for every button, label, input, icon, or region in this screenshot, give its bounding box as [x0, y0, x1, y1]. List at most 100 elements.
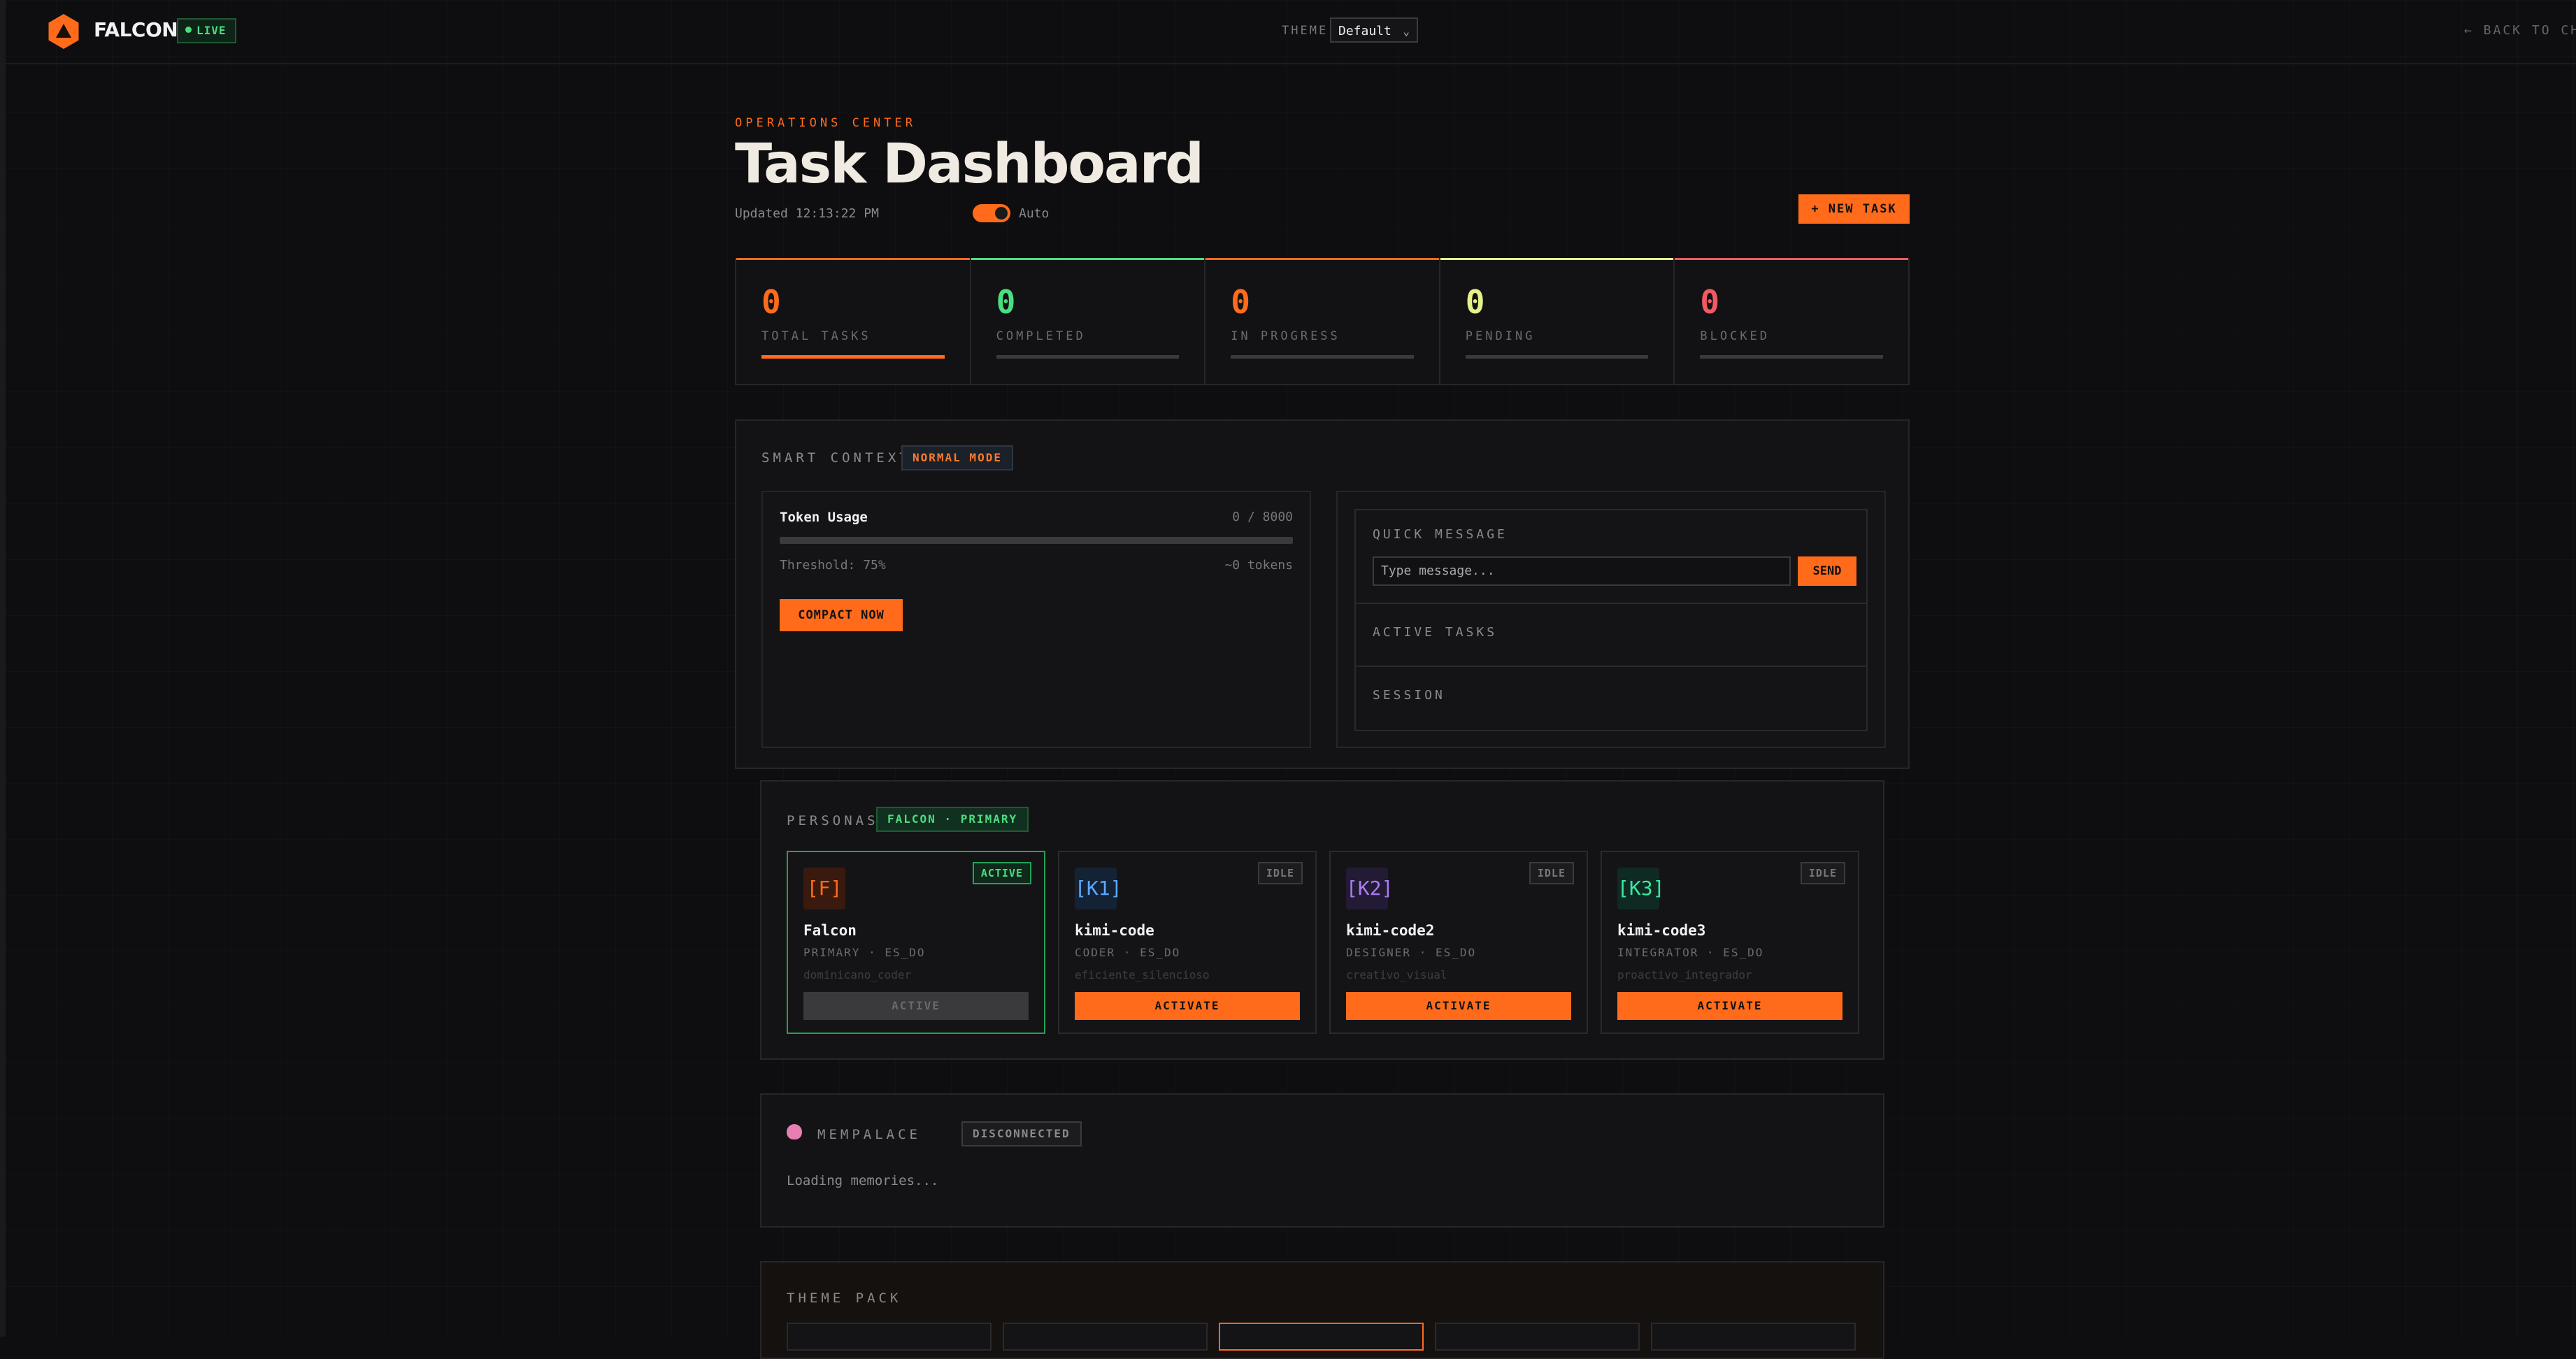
stat-bar [1231, 355, 1414, 359]
stat-value: 0 [1700, 283, 1720, 321]
stat-value: 0 [761, 283, 781, 321]
primary-persona-badge: FALCON · PRIMARY [876, 807, 1029, 832]
window-edge [0, 0, 6, 1337]
persona-card-kimi-code[interactable]: [K1] IDLE kimi-code CODER · ES_DO eficie… [1058, 851, 1317, 1034]
back-link[interactable]: ← BACK TO CH [2464, 23, 2576, 38]
brand-name[interactable]: FALCON [94, 18, 178, 41]
persona-name: kimi-code2 [1346, 922, 1435, 939]
persona-activate-button[interactable]: ACTIVATE [1617, 992, 1842, 1020]
session-panel: SESSION [1354, 666, 1868, 731]
theme-option-card[interactable] [1003, 1323, 1208, 1351]
quick-message-panel: QUICK MESSAGE Type message... SEND [1354, 509, 1868, 604]
persona-active-button: ACTIVE [803, 992, 1029, 1020]
persona-role: DESIGNER · ES_DO [1346, 946, 1477, 959]
persona-avatar: [K2] [1346, 868, 1393, 909]
live-badge-label: LIVE [196, 24, 227, 37]
updated-timestamp: Updated 12:13:22 PM [735, 206, 879, 221]
stat-total-tasks: 0 TOTAL TASKS [736, 258, 971, 384]
persona-role: INTEGRATOR · ES_DO [1617, 946, 1764, 959]
stat-accent-line [1440, 258, 1674, 260]
persona-style: proactivo_integrador [1617, 968, 1752, 982]
theme-option-card[interactable] [1435, 1323, 1640, 1351]
stat-bar [1465, 355, 1649, 359]
persona-card-kimi-code3[interactable]: [K3] IDLE kimi-code3 INTEGRATOR · ES_DO … [1601, 851, 1859, 1034]
mempalace-section: MEMPALACE DISCONNECTED Loading memories.… [760, 1093, 1884, 1228]
stat-accent-line [971, 258, 1205, 260]
token-estimate: ~0 tokens [1224, 558, 1293, 573]
stat-label: TOTAL TASKS [761, 329, 871, 343]
token-usage-title: Token Usage [780, 510, 868, 525]
theme-pack-title: THEME PACK [787, 1290, 902, 1306]
persona-card-falcon[interactable]: [F] ACTIVE Falcon PRIMARY · ES_DO domini… [787, 851, 1045, 1034]
auto-refresh-toggle[interactable] [973, 204, 1010, 222]
persona-name: kimi-code3 [1617, 922, 1706, 939]
falcon-logo-icon[interactable] [48, 14, 79, 49]
persona-role: CODER · ES_DO [1075, 946, 1181, 959]
stat-bar-fill [1700, 355, 1883, 359]
page-eyebrow: OPERATIONS CENTER [735, 116, 916, 130]
theme-option-card-selected[interactable] [1219, 1323, 1424, 1351]
mempalace-status-badge: DISCONNECTED [961, 1121, 1082, 1146]
persona-activate-button[interactable]: ACTIVATE [1075, 992, 1300, 1020]
threshold-text: Threshold: 75% [780, 558, 886, 573]
persona-role: PRIMARY · ES_DO [803, 946, 926, 959]
stat-accent-line [1205, 258, 1439, 260]
top-bar: FALCON LIVE THEME Default ⌄ ← BACK TO CH [0, 0, 2576, 64]
mode-badge: NORMAL MODE [901, 445, 1013, 470]
active-tasks-panel: ACTIVE TASKS [1354, 603, 1868, 667]
stat-blocked: 0 BLOCKED [1675, 258, 1908, 384]
token-usage-panel: Token Usage 0 / 8000 Threshold: 75% ~0 t… [761, 491, 1311, 748]
compact-now-button[interactable]: COMPACT NOW [780, 599, 903, 631]
session-title: SESSION [1373, 688, 1445, 703]
persona-card-kimi-code2[interactable]: [K2] IDLE kimi-code2 DESIGNER · ES_DO cr… [1329, 851, 1588, 1034]
stats-row: 0 TOTAL TASKS 0 COMPLETED 0 IN PROGRESS … [735, 258, 1910, 385]
persona-name: kimi-code [1075, 922, 1154, 939]
stat-bar [761, 355, 945, 359]
live-badge: LIVE [177, 18, 236, 43]
stat-bar-fill [1231, 355, 1414, 359]
token-count: 0 / 8000 [1232, 510, 1293, 524]
stat-value: 0 [996, 283, 1016, 321]
persona-state-badge: ACTIVE [972, 862, 1031, 884]
stat-label: BLOCKED [1700, 329, 1770, 343]
persona-avatar: [K1] [1075, 868, 1122, 909]
stat-bar [996, 355, 1180, 359]
stat-value: 0 [1231, 283, 1250, 321]
stat-bar-fill [1466, 355, 1649, 359]
auto-refresh-label: Auto [1019, 206, 1050, 221]
stat-label: COMPLETED [996, 329, 1086, 343]
stat-bar [1700, 355, 1883, 359]
stat-accent-line [1675, 258, 1908, 260]
theme-label: THEME [1282, 24, 1329, 38]
smart-context-title: SMART CONTEXT [761, 450, 911, 466]
stat-label: PENDING [1465, 329, 1536, 343]
theme-select-value: Default [1338, 24, 1391, 38]
persona-style: eficiente_silencioso [1075, 968, 1210, 982]
stat-in-progress: 0 IN PROGRESS [1205, 258, 1440, 384]
stat-bar-fill [996, 355, 1180, 359]
theme-option-card[interactable] [787, 1323, 992, 1351]
new-task-button[interactable]: + NEW TASK [1798, 194, 1910, 224]
token-usage-bar [780, 537, 1293, 544]
memories-loading-text: Loading memories... [787, 1173, 939, 1188]
persona-style: dominicano_coder [803, 968, 912, 982]
persona-state-badge: IDLE [1257, 862, 1303, 884]
chevron-down-icon: ⌄ [1403, 24, 1410, 38]
persona-state-badge: IDLE [1800, 862, 1845, 884]
persona-style: creativo_visual [1346, 968, 1447, 982]
persona-state-badge: IDLE [1529, 862, 1574, 884]
persona-activate-button[interactable]: ACTIVATE [1346, 992, 1571, 1020]
mempalace-title: MEMPALACE [817, 1127, 921, 1142]
theme-option-card[interactable] [1651, 1323, 1856, 1351]
stat-accent-line [736, 258, 970, 260]
smart-context-section: SMART CONTEXT NORMAL MODE Token Usage 0 … [735, 419, 1910, 769]
stat-value: 0 [1465, 283, 1485, 321]
toggle-knob [995, 207, 1008, 220]
theme-select[interactable]: Default ⌄ [1330, 17, 1418, 43]
quick-message-title: QUICK MESSAGE [1373, 527, 1508, 542]
message-input[interactable]: Type message... [1373, 556, 1791, 586]
personas-title: PERSONAS [787, 813, 879, 828]
send-button[interactable]: SEND [1798, 556, 1856, 586]
quick-panel: QUICK MESSAGE Type message... SEND ACTIV… [1336, 491, 1886, 748]
active-tasks-title: ACTIVE TASKS [1373, 625, 1498, 640]
